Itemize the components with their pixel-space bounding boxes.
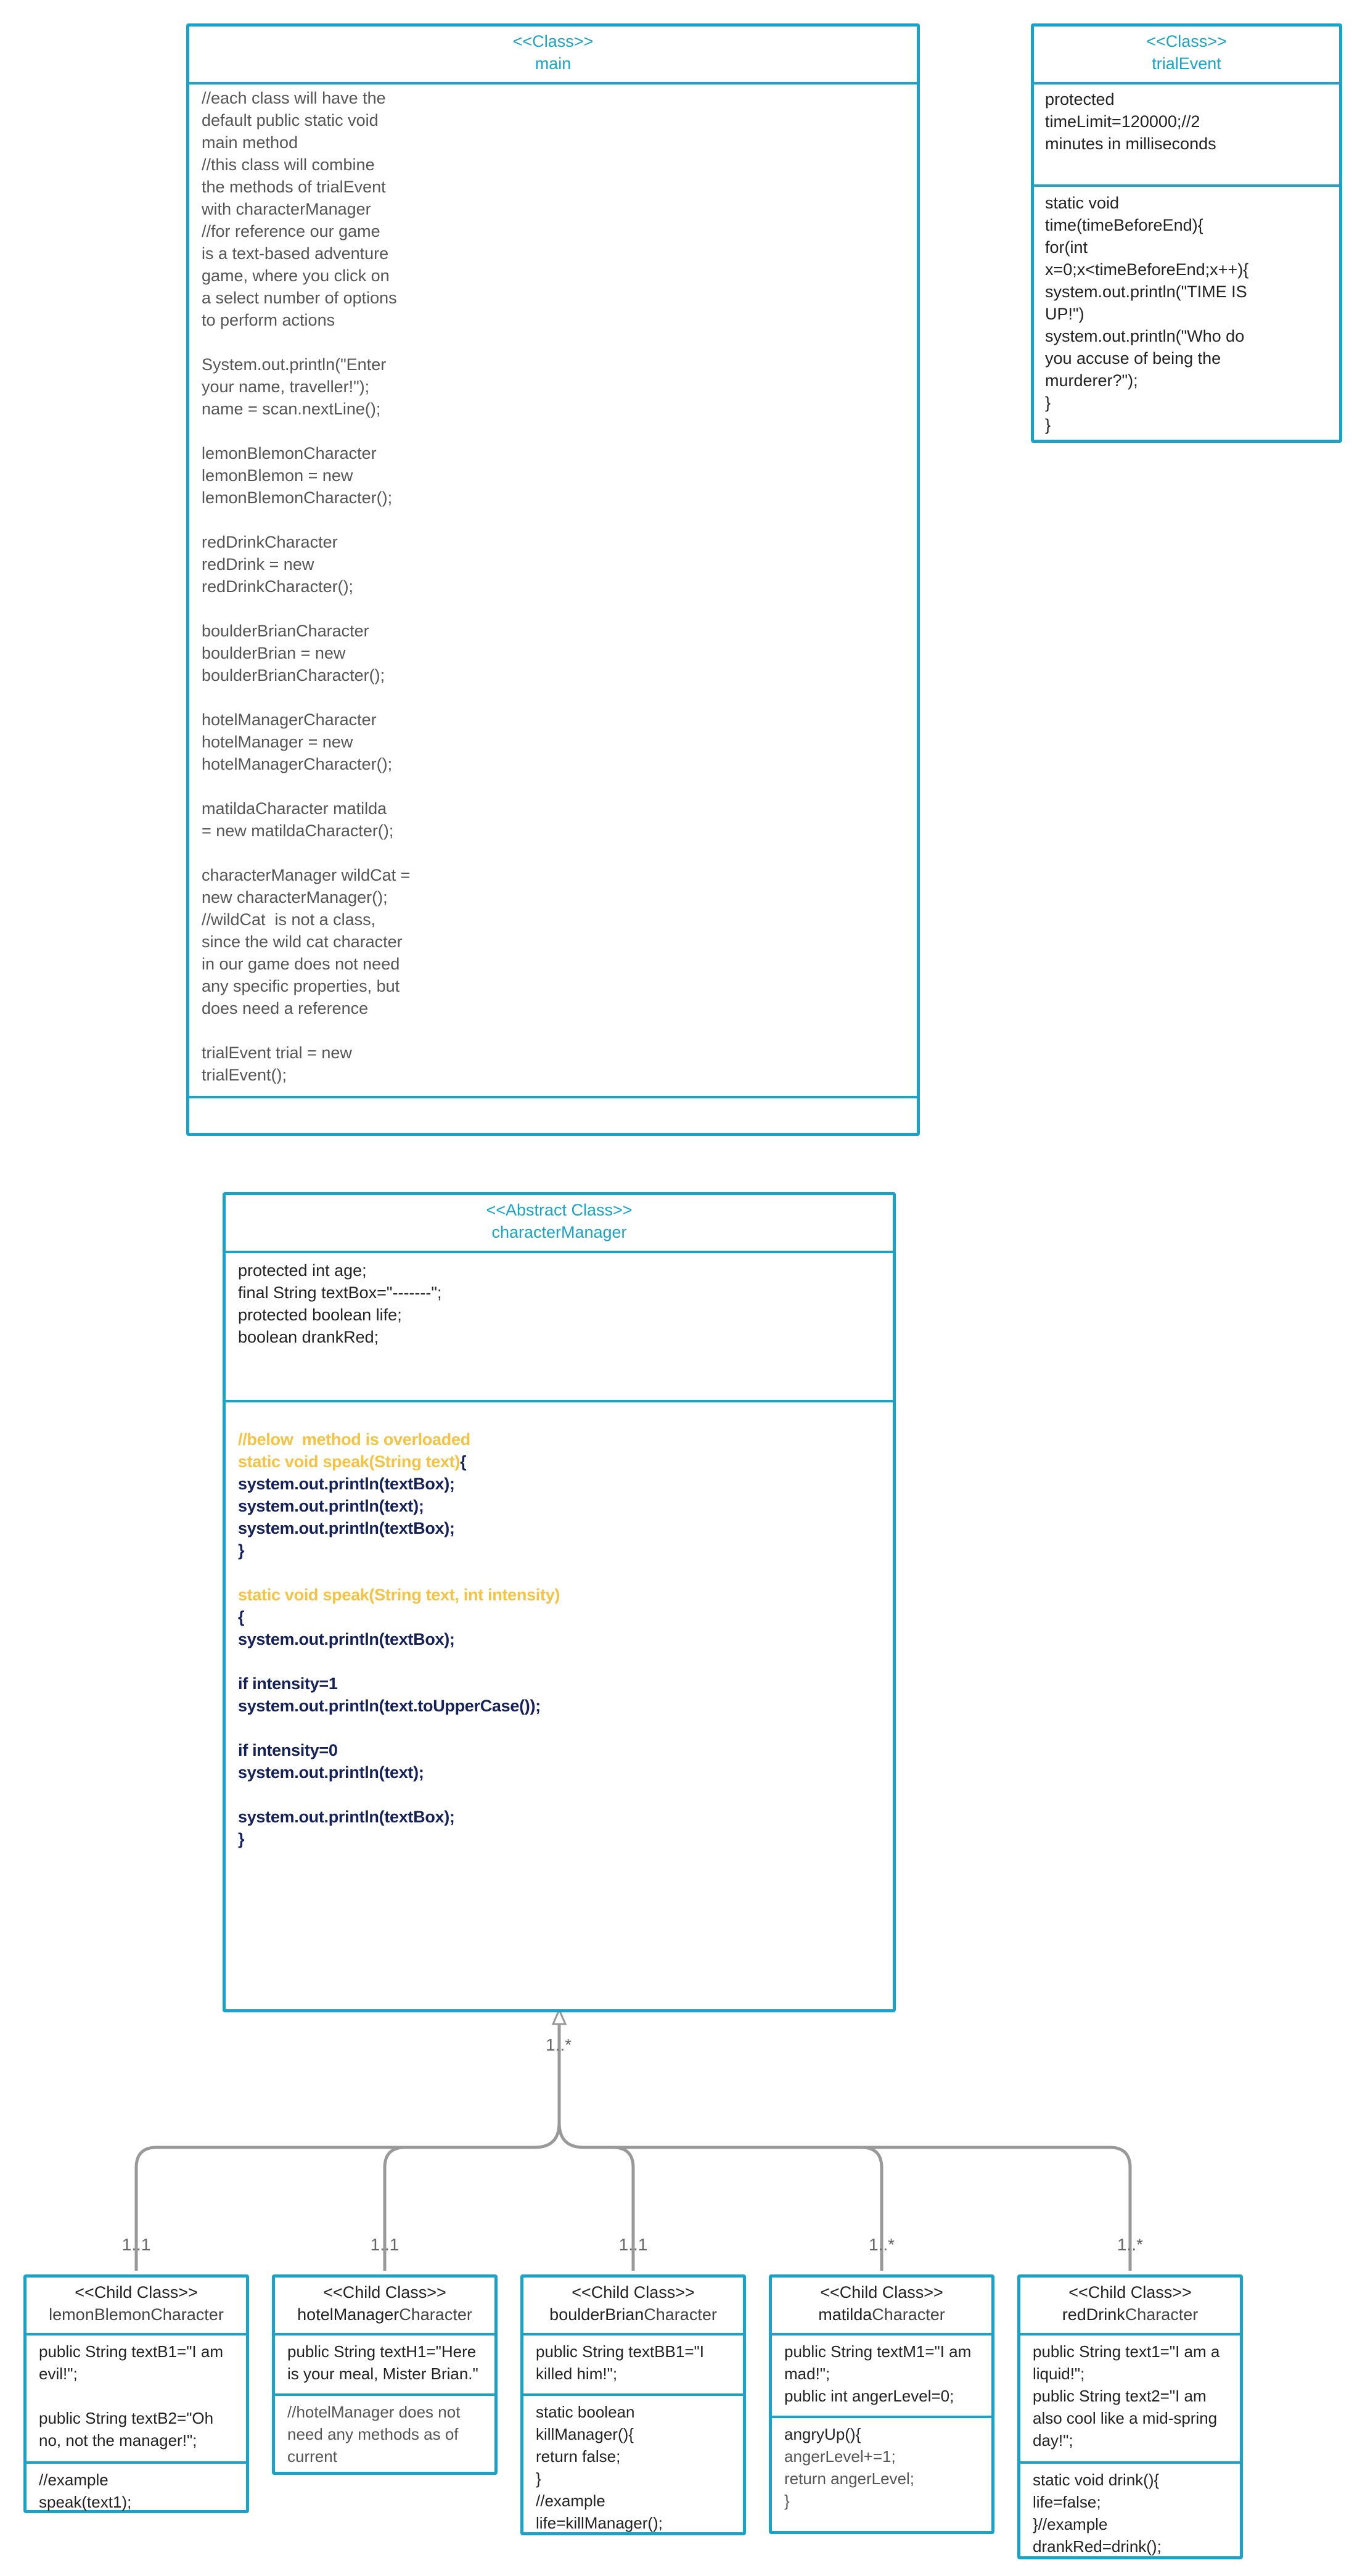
class-boulder-name-b: Character [644, 2305, 717, 2324]
class-redDrinkCharacter[interactable]: <<Child Class>> redDrinkCharacter public… [1017, 2274, 1243, 2559]
class-hotel-header: <<Child Class>> hotelManagerCharacter [275, 2278, 494, 2335]
multiplicity-lemon: 1..1 [121, 2235, 151, 2254]
class-boulder-name-a: boulderBrian [549, 2305, 644, 2324]
class-red-name-b: Character [1125, 2305, 1199, 2324]
class-red-name-a: redDrink [1062, 2305, 1125, 2324]
class-boulder-methods: static boolean killManager(){ return fal… [523, 2393, 743, 2539]
class-hotel-attributes: public String textH1="Here is your meal,… [287, 2342, 478, 2383]
class-main-name: main [535, 54, 572, 73]
class-main[interactable]: <<Class>> main //each class will have th… [186, 23, 920, 1136]
multiplicity-hotel: 1..1 [370, 2235, 400, 2254]
class-boulder-attributes: public String textBB1="I killed him!"; [536, 2342, 704, 2383]
class-boulder-header: <<Child Class>> boulderBrianCharacter [523, 2278, 743, 2335]
overload-comment: //below method is overloaded [238, 1430, 470, 1449]
multiplicity-matilda: 1..* [868, 2235, 895, 2254]
class-red-stereotype: <<Child Class>> [1068, 2283, 1192, 2302]
class-trialEvent-methods: static void time(timeBeforeEnd){ for(int… [1034, 184, 1339, 441]
multiplicity-boulder: 1..1 [618, 2235, 648, 2254]
angryUp-body: angerLevel+=1; return angerLevel; } [784, 2447, 915, 2510]
class-red-header: <<Child Class>> redDrinkCharacter [1020, 2278, 1240, 2335]
class-hotelManagerCharacter[interactable]: <<Child Class>> hotelManagerCharacter pu… [272, 2274, 498, 2475]
class-lemon-methods: //example speak(text1); [27, 2461, 246, 2518]
class-characterManager-name: characterManager [491, 1223, 627, 1241]
class-trialEvent-header: <<Class>> trialEvent [1034, 27, 1339, 84]
connector-red [557, 2010, 1132, 2271]
class-hotel-name-a: hotelManager [297, 2305, 400, 2324]
class-boulder-stereotype: <<Child Class>> [572, 2283, 695, 2302]
class-main-methods [189, 1096, 917, 1129]
class-characterManager[interactable]: <<Abstract Class>> characterManager prot… [223, 1192, 896, 2012]
class-lemon-stereotype: <<Child Class>> [75, 2283, 198, 2302]
class-characterManager-stereotype: <<Abstract Class>> [486, 1201, 633, 1219]
class-main-header: <<Class>> main [189, 27, 917, 84]
class-trialEvent-name: trialEvent [1152, 54, 1221, 73]
class-lemon-name: lemonBlemonCharacter [49, 2305, 224, 2324]
class-main-stereotype: <<Class>> [512, 32, 594, 51]
class-lemon-header: <<Child Class>> lemonBlemonCharacter [27, 2278, 246, 2335]
class-characterManager-methods: //below method is overloaded static void… [226, 1400, 893, 1855]
class-boulderBrianCharacter[interactable]: <<Child Class>> boulderBrianCharacter pu… [520, 2274, 746, 2535]
speak-signature-2: static void speak(String text, int inten… [238, 1586, 560, 1604]
class-characterManager-attributes: protected int age; final String textBox=… [238, 1261, 442, 1346]
class-lemonBlemonCharacter[interactable]: <<Child Class>> lemonBlemonCharacter pub… [23, 2274, 249, 2513]
speak-body-1: system.out.println(textBox); system.out.… [238, 1475, 455, 1560]
class-hotel-stereotype: <<Child Class>> [323, 2283, 446, 2302]
class-red-methods: static void drink(){ life=false; }//exam… [1020, 2461, 1240, 2562]
class-trialEvent-stereotype: <<Class>> [1146, 32, 1227, 51]
class-trialEvent-attributes: protected timeLimit=120000;//2 minutes i… [1045, 90, 1216, 153]
speak-brace-1: { [460, 1452, 467, 1471]
speak-body-2: { system.out.println(textBox); if intens… [238, 1608, 541, 1848]
class-lemon-attributes: public String textB1="I am evil!"; publi… [39, 2342, 223, 2450]
class-matilda-methods: angryUp(){ angerLevel+=1; return angerLe… [772, 2416, 991, 2517]
multiplicity-red: 1..* [1117, 2235, 1144, 2254]
angryUp-signature: angryUp(){ [784, 2425, 861, 2443]
class-matildaCharacter[interactable]: <<Child Class>> matildaCharacter public … [769, 2274, 994, 2534]
class-matilda-stereotype: <<Child Class>> [820, 2283, 943, 2302]
class-trialEvent[interactable]: <<Class>> trialEvent protected timeLimit… [1031, 23, 1342, 443]
class-main-body: //each class will have the default publi… [202, 89, 411, 1084]
class-matilda-attributes: public String textM1="I am mad!"; public… [784, 2342, 972, 2405]
speak-signature-1: static void speak(String text) [238, 1452, 461, 1471]
class-hotel-methods: //hotelManager does not need any methods… [275, 2393, 494, 2472]
class-red-attributes: public String text1="I am a liquid!"; pu… [1033, 2342, 1220, 2450]
class-matilda-name-b: Character [872, 2305, 945, 2324]
class-characterManager-header: <<Abstract Class>> characterManager [226, 1195, 893, 1253]
class-hotel-name-b: Character [399, 2305, 472, 2324]
class-matilda-name-a: matilda [818, 2305, 872, 2324]
class-matilda-header: <<Child Class>> matildaCharacter [772, 2278, 991, 2335]
multiplicity-parent: 1..* [545, 2035, 572, 2054]
